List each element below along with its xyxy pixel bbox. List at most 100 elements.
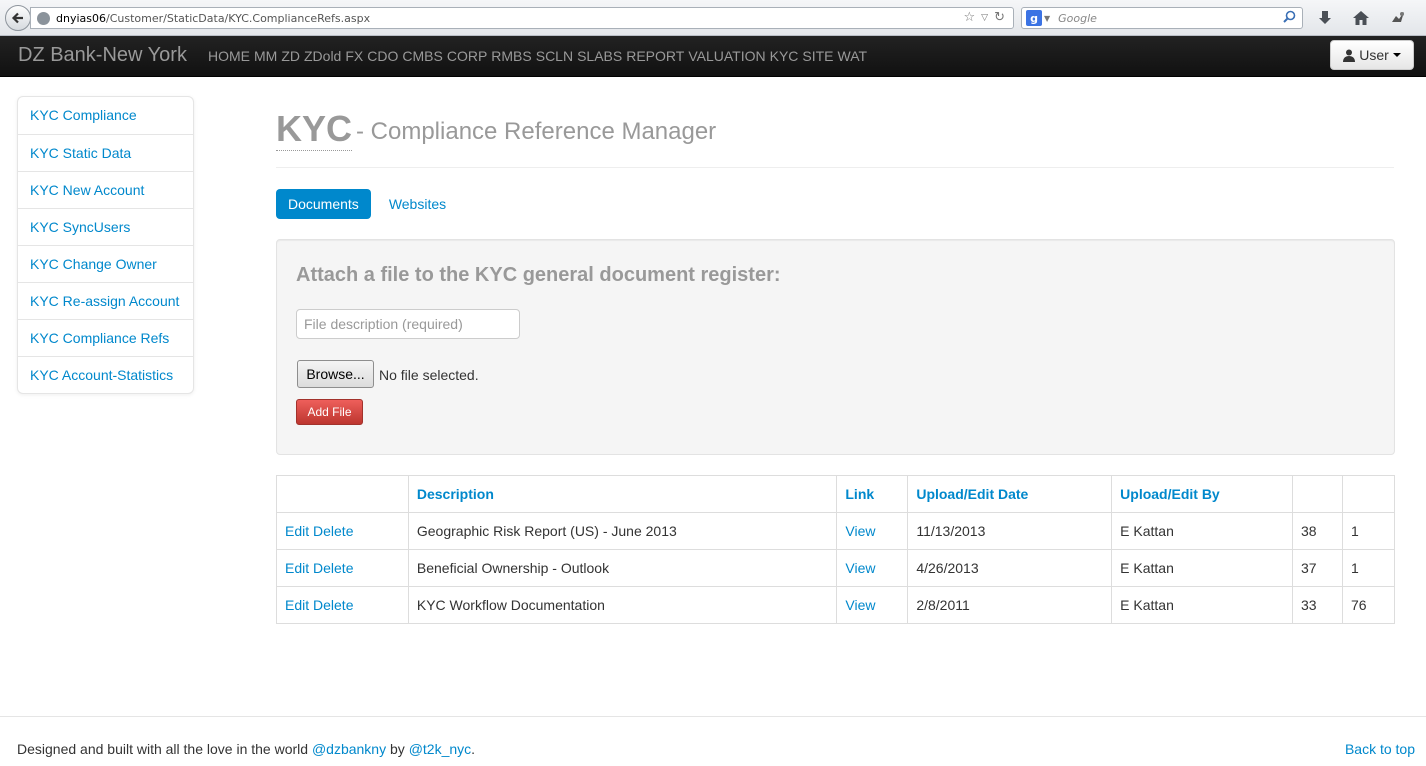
sidebar-item-kyc-syncusers[interactable]: KYC SyncUsers: [18, 208, 193, 245]
cell-count: 1: [1341, 549, 1396, 587]
addon-icon[interactable]: [1388, 8, 1408, 28]
row-actions: Edit Delete: [276, 512, 409, 550]
header-description[interactable]: Description: [407, 475, 838, 513]
nav-wat[interactable]: WAT: [838, 48, 868, 64]
cell-description: Beneficial Ownership - Outlook: [407, 549, 838, 587]
table-row: Edit Delete Geographic Risk Report (US) …: [276, 512, 1396, 550]
url-host: dnyias06: [56, 11, 106, 25]
bookmark-star-icon[interactable]: ☆: [964, 10, 976, 26]
nav-corp[interactable]: CORP: [447, 48, 487, 64]
cell-link: View: [836, 586, 909, 624]
sidebar-item-kyc-static-data[interactable]: KYC Static Data: [18, 134, 193, 171]
nav-valuation[interactable]: VALUATION: [688, 48, 765, 64]
view-link[interactable]: View: [845, 523, 875, 539]
user-icon: [1343, 49, 1356, 62]
cell-by: E Kattan: [1111, 549, 1294, 587]
nav-cmbs[interactable]: CMBS: [402, 48, 442, 64]
user-menu-button[interactable]: User: [1330, 40, 1414, 70]
sidebar-item-kyc-account-statistics[interactable]: KYC Account-Statistics: [18, 356, 193, 393]
documents-table: Description Link Upload/Edit Date Upload…: [276, 475, 1396, 624]
nav-mm[interactable]: MM: [254, 48, 277, 64]
cell-link: View: [836, 512, 909, 550]
cell-by: E Kattan: [1111, 512, 1294, 550]
cell-count: 76: [1341, 586, 1396, 624]
nav-fx[interactable]: FX: [345, 48, 363, 64]
sidebar-item-kyc-new-account[interactable]: KYC New Account: [18, 171, 193, 208]
nav-cdo[interactable]: CDO: [367, 48, 398, 64]
header-upload-date[interactable]: Upload/Edit Date: [907, 475, 1113, 513]
site-identity-icon: [37, 11, 50, 25]
header-link[interactable]: Link: [836, 475, 909, 513]
upload-panel: Attach a file to the KYC general documen…: [276, 239, 1395, 455]
caret-down-icon: [1392, 53, 1401, 57]
nav-report[interactable]: REPORT: [626, 48, 684, 64]
file-description-input[interactable]: [296, 309, 520, 339]
sidebar-item-kyc-change-owner[interactable]: KYC Change Owner: [18, 245, 193, 282]
address-bar[interactable]: dnyias06/Customer/StaticData/KYC.Complia…: [30, 7, 1014, 29]
sidebar-item-kyc-reassign-account[interactable]: KYC Re-assign Account: [18, 282, 193, 319]
search-engine-icon[interactable]: g: [1026, 10, 1042, 26]
delete-link[interactable]: Delete: [313, 560, 353, 576]
reload-icon[interactable]: ↻: [994, 10, 1005, 26]
browse-button[interactable]: Browse...: [297, 360, 374, 388]
back-to-top-link[interactable]: Back to top: [1345, 741, 1415, 757]
nav-site[interactable]: SITE: [802, 48, 833, 64]
cell-by: E Kattan: [1111, 586, 1294, 624]
tab-documents[interactable]: Documents: [276, 189, 371, 219]
brand-link[interactable]: DZ Bank-New York: [18, 44, 187, 67]
footer-link-dzbankny[interactable]: @dzbankny: [312, 741, 386, 757]
nav-zdold[interactable]: ZDold: [304, 48, 341, 64]
history-dropdown-icon[interactable]: ▽: [981, 10, 988, 26]
nav-zd[interactable]: ZD: [281, 48, 300, 64]
table-header-row: Description Link Upload/Edit Date Upload…: [276, 475, 1396, 513]
nav-scln[interactable]: SCLN: [536, 48, 573, 64]
sidebar-item-kyc-compliance[interactable]: KYC Compliance: [18, 97, 193, 134]
cell-description: KYC Workflow Documentation: [407, 586, 838, 624]
edit-link[interactable]: Edit: [285, 597, 309, 613]
footer-period: .: [471, 741, 476, 757]
sidebar-nav: KYC Compliance KYC Static Data KYC New A…: [17, 96, 194, 394]
delete-link[interactable]: Delete: [313, 523, 353, 539]
footer-by: by: [390, 741, 405, 757]
nav-slabs[interactable]: SLABS: [577, 48, 622, 64]
cell-date: 11/13/2013: [907, 512, 1113, 550]
cell-date: 2/8/2011: [907, 586, 1113, 624]
footer-link-t2k-nyc[interactable]: @t2k_nyc: [409, 741, 471, 757]
main-nav: HOME MM ZD ZDold FX CDO CMBS CORP RMBS S…: [208, 48, 871, 64]
header-upload-by[interactable]: Upload/Edit By: [1111, 475, 1294, 513]
page-subtitle: - Compliance Reference Manager: [356, 118, 717, 145]
delete-link[interactable]: Delete: [313, 597, 353, 613]
footer-text: Designed and built with all the love in …: [17, 741, 309, 757]
user-menu-label: User: [1359, 47, 1389, 63]
chevron-down-icon[interactable]: ▼: [1044, 14, 1050, 23]
table-row: Edit Delete KYC Workflow Documentation V…: [276, 586, 1396, 624]
nav-kyc[interactable]: KYC: [770, 48, 799, 64]
row-actions: Edit Delete: [276, 586, 409, 624]
upload-heading: Attach a file to the KYC general documen…: [296, 264, 781, 286]
url-path: /Customer/StaticData/KYC.ComplianceRefs.…: [106, 11, 371, 25]
header-id: [1292, 475, 1343, 513]
file-status-text: No file selected.: [379, 367, 479, 383]
search-placeholder: Google: [1058, 11, 1097, 25]
view-link[interactable]: View: [845, 560, 875, 576]
tab-websites[interactable]: Websites: [377, 189, 458, 219]
sidebar-item-kyc-compliance-refs[interactable]: KYC Compliance Refs: [18, 319, 193, 356]
table-row: Edit Delete Beneficial Ownership - Outlo…: [276, 549, 1396, 587]
page-header: KYC - Compliance Reference Manager: [276, 104, 1394, 168]
search-bar[interactable]: g ▼ Google: [1021, 7, 1303, 29]
header-count: [1341, 475, 1396, 513]
footer-credit: Designed and built with all the love in …: [17, 741, 475, 757]
nav-rmbs[interactable]: RMBS: [491, 48, 531, 64]
top-navbar: DZ Bank-New York HOME MM ZD ZDold FX CDO…: [0, 36, 1426, 77]
nav-home[interactable]: HOME: [208, 48, 250, 64]
download-icon[interactable]: [1315, 8, 1335, 28]
home-icon[interactable]: [1351, 8, 1371, 28]
cell-date: 4/26/2013: [907, 549, 1113, 587]
edit-link[interactable]: Edit: [285, 523, 309, 539]
edit-link[interactable]: Edit: [285, 560, 309, 576]
view-link[interactable]: View: [845, 597, 875, 613]
add-file-button[interactable]: Add File: [296, 399, 363, 425]
cell-description: Geographic Risk Report (US) - June 2013: [407, 512, 838, 550]
search-icon[interactable]: [1283, 10, 1296, 26]
back-arrow-icon[interactable]: [5, 5, 31, 31]
